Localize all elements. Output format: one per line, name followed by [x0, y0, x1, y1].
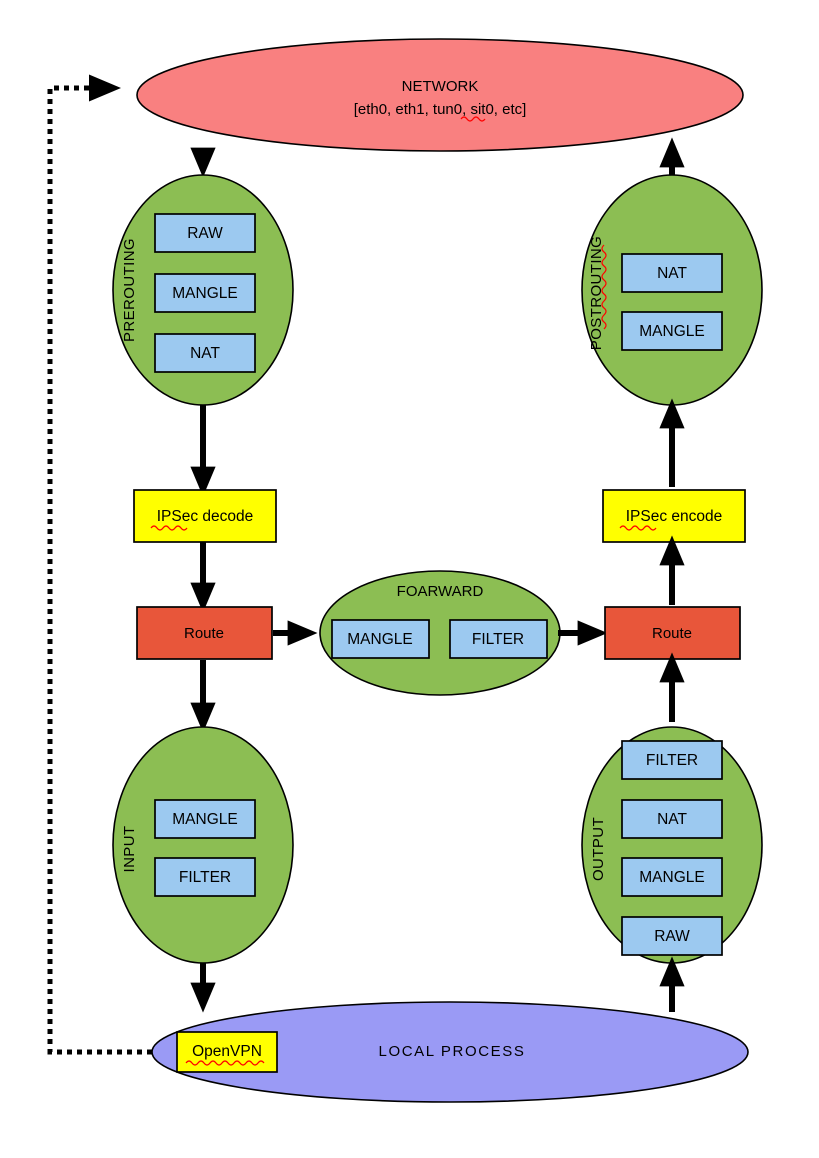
diagram-canvas: NETWORK [eth0, eth1, tun0, sit0, etc] PR…	[47, 38, 763, 1103]
output-table-mangle-label: MANGLE	[639, 869, 704, 886]
postrouting-table-nat-label: NAT	[657, 265, 687, 282]
forward-table-mangle-label: MANGLE	[347, 631, 412, 648]
input-table-mangle-label: MANGLE	[172, 811, 237, 828]
prerouting-tables: RAW MANGLE NAT	[154, 213, 256, 373]
ipsec-encode-label: IPSec encode	[626, 508, 723, 525]
openvpn-label: OpenVPN	[192, 1043, 262, 1060]
network-subtitle: [eth0, eth1, tun0, sit0, etc]	[354, 101, 527, 118]
postrouting-table-mangle-label: MANGLE	[639, 323, 704, 340]
netfilter-packet-flow-diagram: NETWORK [eth0, eth1, tun0, sit0, etc] PR…	[0, 0, 819, 1158]
prerouting-table-nat-label: NAT	[190, 345, 220, 362]
input-chain-label: INPUT	[121, 826, 138, 873]
network-title: NETWORK	[402, 78, 479, 95]
network-ellipse	[136, 38, 744, 152]
output-chain-label: OUTPUT	[590, 817, 607, 881]
forward-table-filter-label: FILTER	[472, 631, 524, 648]
output-table-filter-label: FILTER	[646, 752, 698, 769]
prerouting-table-mangle-label: MANGLE	[172, 285, 237, 302]
prerouting-table-raw-label: RAW	[187, 225, 223, 242]
input-ellipse	[112, 726, 294, 964]
output-table-nat-label: NAT	[657, 811, 687, 828]
input-table-filter-label: FILTER	[179, 869, 231, 886]
output-table-raw-label: RAW	[654, 928, 690, 945]
prerouting-chain-label: PREROUTING	[121, 238, 138, 342]
forward-chain-label: FOARWARD	[397, 583, 484, 600]
local-process-title: LOCAL PROCESS	[379, 1043, 526, 1060]
route-inbound-label: Route	[184, 625, 224, 642]
route-outbound-label: Route	[652, 625, 692, 642]
ipsec-decode-label: IPSec decode	[157, 508, 254, 525]
